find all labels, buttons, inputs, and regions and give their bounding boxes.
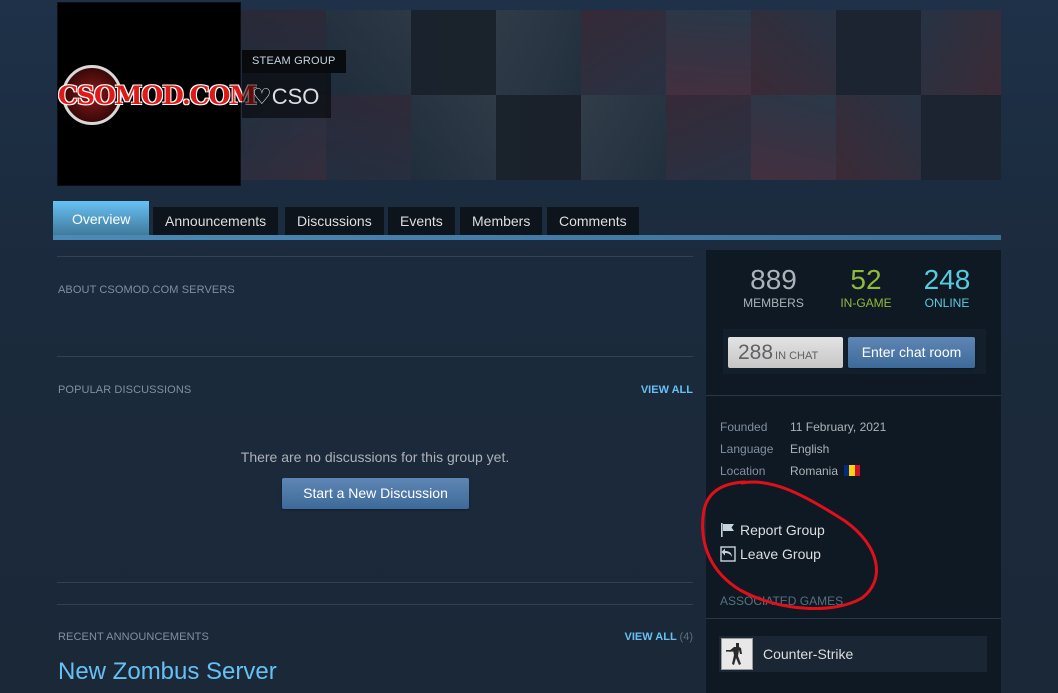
leave-group-link[interactable]: Leave Group (720, 546, 821, 562)
divider (57, 356, 693, 357)
report-group-link[interactable]: Report Group (720, 522, 825, 538)
founded-label: Founded (720, 420, 768, 434)
divider (57, 604, 693, 605)
online-label: ONLINE (924, 296, 970, 310)
tab-discussions[interactable]: Discussions (285, 207, 384, 235)
announcement-count: (4) (679, 631, 693, 643)
tab-members[interactable]: Members (460, 207, 543, 235)
members-label: MEMBERS (743, 296, 804, 310)
avatar-logo-text: CSOMOD.COM (58, 81, 257, 110)
stat-members: 889 MEMBERS (736, 264, 811, 310)
location-value: Romania (790, 464, 861, 478)
info-location: Location Romania (720, 464, 861, 478)
members-count: 889 (750, 264, 797, 295)
view-all-label: VIEW ALL (624, 631, 677, 643)
chat-box: 288 IN CHAT Enter chat room (723, 329, 986, 374)
info-language: Language English (720, 442, 829, 456)
start-discussion-button[interactable]: Start a New Discussion (282, 478, 469, 509)
group-name: ♡CSO (242, 73, 332, 118)
group-tabs: Overview Announcements Discussions Event… (53, 201, 1001, 241)
language-value: English (790, 442, 830, 456)
popular-discussions-header: POPULAR DISCUSSIONS (58, 384, 192, 396)
location-label: Location (720, 464, 766, 478)
game-name: Counter-Strike (763, 646, 854, 662)
romania-flag-icon (844, 465, 861, 476)
flag-icon (721, 523, 734, 537)
banner-shade (241, 10, 1001, 180)
stat-online: 248 ONLINE (913, 264, 981, 310)
leave-arrow-icon (720, 546, 736, 562)
online-count: 248 (923, 264, 971, 295)
counter-strike-icon (721, 638, 753, 670)
recent-announcements-header: RECENT ANNOUNCEMENTS (58, 631, 209, 643)
tab-events[interactable]: Events (388, 207, 455, 235)
divider (706, 395, 1001, 396)
in-chat-count: 288 (738, 341, 774, 364)
tab-overview[interactable]: Overview (53, 201, 150, 235)
game-item-counter-strike[interactable]: Counter-Strike (719, 636, 987, 672)
language-label: Language (720, 442, 774, 456)
in-chat-counter: 288 IN CHAT (728, 337, 843, 368)
in-game-label: IN-GAME (840, 296, 892, 310)
group-type-label: STEAM GROUP (242, 50, 346, 73)
divider (57, 582, 693, 583)
stat-in-game: 52 IN-GAME (831, 264, 901, 310)
group-sidebar: 889 MEMBERS 52 IN-GAME 248 ONLINE 288 IN … (706, 250, 1001, 693)
divider (706, 618, 1001, 619)
about-header: ABOUT CSOMOD.COM SERVERS (58, 284, 235, 296)
announcement-title-link[interactable]: New Zombus Server (58, 658, 277, 686)
popular-view-all-link[interactable]: VIEW ALL (641, 384, 693, 396)
in-chat-label: IN CHAT (775, 350, 819, 362)
tab-announcements[interactable]: Announcements (153, 207, 279, 235)
announcements-view-all-link[interactable]: VIEW ALL (4) (625, 631, 693, 643)
tab-rule (53, 235, 1001, 240)
associated-games-header: ASSOCIATED GAMES (720, 594, 844, 608)
leave-group-label: Leave Group (740, 546, 821, 562)
divider (57, 256, 693, 257)
group-avatar: CSOMOD.COM (57, 2, 257, 186)
info-founded: Founded 11 February, 2021 (720, 420, 886, 434)
enter-chat-room-button[interactable]: Enter chat room (848, 337, 975, 368)
in-game-count: 52 (850, 264, 882, 295)
group-banner (241, 10, 1001, 180)
founded-value: 11 February, 2021 (790, 420, 887, 434)
tab-comments[interactable]: Comments (547, 207, 639, 235)
no-discussions-message: There are no discussions for this group … (240, 449, 510, 465)
report-group-label: Report Group (740, 522, 825, 538)
location-text: Romania (790, 464, 839, 478)
